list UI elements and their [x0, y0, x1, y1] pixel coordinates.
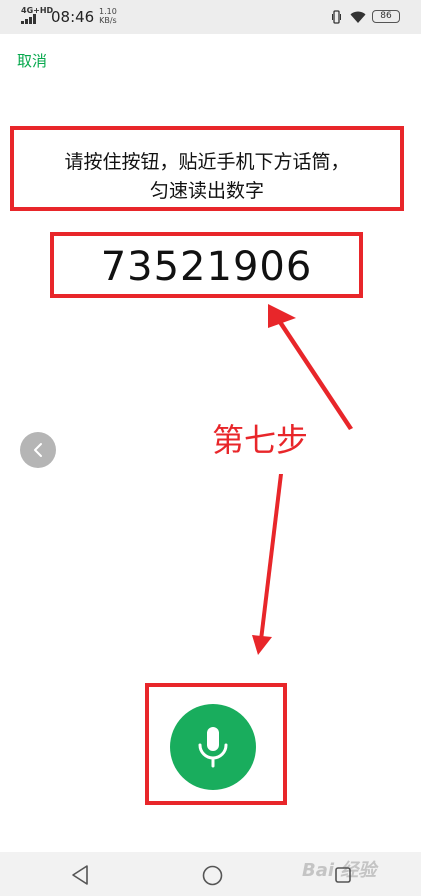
battery-indicator: 86 [372, 10, 400, 23]
verification-code: 73521906 [100, 244, 313, 290]
record-voice-button[interactable] [170, 704, 256, 790]
wifi-icon [350, 11, 366, 23]
network-speed-value: 1.10 [99, 7, 117, 16]
instruction-text: 请按住按钮，贴近手机下方话筒， 匀速读出数字 [14, 148, 400, 206]
system-nav-bar: Bai 经验 [0, 852, 421, 896]
back-button[interactable] [20, 432, 56, 468]
arrow-to-mic [252, 474, 283, 655]
step-label: 第七步 [212, 421, 309, 459]
nav-home-icon[interactable] [202, 865, 223, 886]
nav-recent-icon[interactable] [334, 866, 352, 884]
nav-back-icon[interactable] [70, 864, 90, 886]
instruction-line-1: 请按住按钮，贴近手机下方话筒， [64, 151, 350, 173]
code-highlight-box: 73521906 [50, 232, 363, 298]
cancel-button[interactable]: 取消 [17, 51, 47, 71]
instruction-line-2: 匀速读出数字 [149, 180, 264, 202]
signal-icon [21, 14, 36, 24]
arrow-to-code [268, 304, 353, 430]
chevron-left-icon [34, 443, 42, 457]
status-time: 08:46 [51, 8, 95, 26]
network-speed-unit: KB/s [99, 16, 117, 25]
status-bar: 4G+HD 08:46 1.10 KB/s 86 [0, 0, 421, 34]
microphone-icon [198, 727, 228, 768]
network-speed: 1.10 KB/s [99, 7, 117, 25]
instruction-highlight-box: 请按住按钮，贴近手机下方话筒， 匀速读出数字 [10, 126, 404, 211]
vibrate-icon [332, 10, 341, 24]
